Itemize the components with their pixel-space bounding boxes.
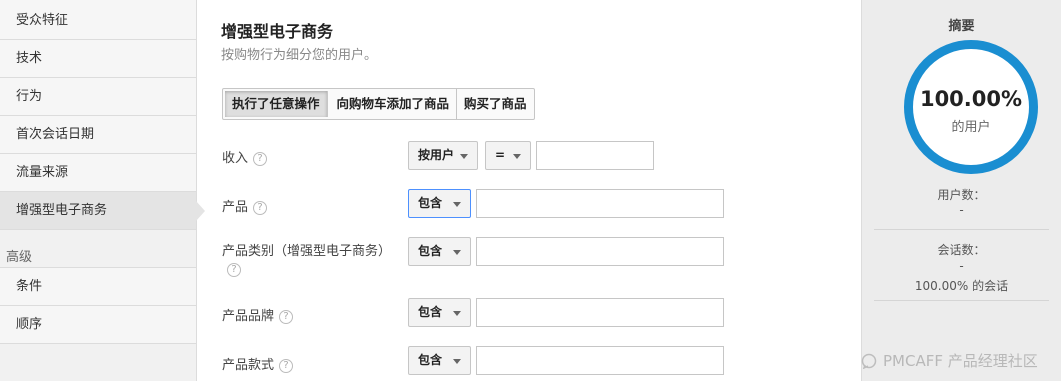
sessions-count-label: 会话数： <box>937 243 986 257</box>
help-icon[interactable]: ? <box>227 262 241 277</box>
brand-match-dropdown[interactable]: 包含 <box>408 298 471 327</box>
category-label: 产品类别（增强型电子商务） <box>222 244 392 259</box>
brand-match-value: 包含 <box>418 305 443 319</box>
revenue-scope-dropdown[interactable]: 按用户 <box>408 141 478 170</box>
category-value-input[interactable] <box>476 237 724 266</box>
users-percent-ring: 100.00% 的用户 <box>904 40 1038 174</box>
sidebar-section-advanced: 高级 <box>0 230 196 268</box>
sessions-percent: 100.00% 的会话 <box>914 279 1009 293</box>
summary-divider <box>874 300 1049 301</box>
variant-match-dropdown[interactable]: 包含 <box>408 346 471 375</box>
variant-match-value: 包含 <box>418 353 443 367</box>
page-subtitle: 按购物行为细分您的用户。 <box>221 48 378 63</box>
revenue-label: 收入 <box>222 151 249 166</box>
summary-divider <box>874 229 1049 230</box>
sidebar-item-conditions[interactable]: 条件 <box>0 268 196 306</box>
revenue-row-label: 收入? <box>222 147 268 166</box>
tab-added-to-cart[interactable]: 向购物车添加了商品 <box>330 89 458 119</box>
product-row-label: 产品? <box>222 196 268 215</box>
users-count-value: - <box>959 203 964 217</box>
summary-title: 摘要 <box>948 19 975 34</box>
action-tabs: 执行了任意操作 向购物车添加了商品 购买了商品 <box>222 88 535 120</box>
revenue-scope-value: 按用户 <box>418 148 455 162</box>
main-panel: 增强型电子商务 按购物行为细分您的用户。 执行了任意操作 向购物车添加了商品 购… <box>196 0 862 381</box>
watermark-text: PMCAFF 产品经理社区 <box>883 352 1038 370</box>
sidebar-item-traffic-sources[interactable]: 流量来源 <box>0 154 196 192</box>
chat-bubble-icon <box>861 353 877 369</box>
watermark: PMCAFF 产品经理社区 <box>861 350 1038 371</box>
brand-row-label: 产品品牌? <box>222 305 294 324</box>
chevron-down-icon <box>453 311 461 316</box>
sidebar-item-behavior[interactable]: 行为 <box>0 78 196 116</box>
users-count-label: 用户数： <box>937 188 986 202</box>
chevron-down-icon <box>453 202 461 207</box>
chevron-down-icon <box>453 250 461 255</box>
page-title: 增强型电子商务 <box>221 22 334 41</box>
sidebar-item-technology[interactable]: 技术 <box>0 40 196 78</box>
chevron-down-icon <box>453 359 461 364</box>
tab-purchased[interactable]: 购买了商品 <box>457 89 534 119</box>
product-value-input[interactable] <box>476 189 724 218</box>
sidebar-item-first-session-date[interactable]: 首次会话日期 <box>0 116 196 154</box>
revenue-value-input[interactable] <box>536 141 654 170</box>
help-icon[interactable]: ? <box>253 151 268 166</box>
chevron-down-icon <box>513 154 521 159</box>
category-match-dropdown[interactable]: 包含 <box>408 237 471 266</box>
revenue-operator-dropdown[interactable]: = <box>485 141 531 170</box>
help-icon[interactable]: ? <box>253 200 268 215</box>
category-row-label: 产品类别（增强型电子商务）? <box>222 243 402 279</box>
help-icon[interactable]: ? <box>279 358 294 373</box>
product-match-dropdown[interactable]: 包含 <box>408 189 471 218</box>
tab-any-action[interactable]: 执行了任意操作 <box>225 91 328 117</box>
brand-label: 产品品牌 <box>222 309 275 324</box>
chevron-down-icon <box>460 154 468 159</box>
variant-value-input[interactable] <box>476 346 724 375</box>
sessions-count-value: - <box>959 259 964 273</box>
sidebar-item-demographics[interactable]: 受众特征 <box>0 0 196 40</box>
category-match-value: 包含 <box>418 244 443 258</box>
product-label: 产品 <box>222 200 249 215</box>
variant-row-label: 产品款式? <box>222 354 294 373</box>
brand-value-input[interactable] <box>476 298 724 327</box>
revenue-operator-value: = <box>495 148 506 162</box>
help-icon[interactable]: ? <box>279 309 294 324</box>
sidebar: 受众特征 技术 行为 首次会话日期 流量来源 增强型电子商务 高级 条件 顺序 <box>0 0 205 381</box>
sidebar-item-enhanced-ecommerce[interactable]: 增强型电子商务 <box>0 192 205 230</box>
summary-panel: 摘要 100.00% 的用户 用户数： - 会话数： - 100.00% 的会话 <box>862 0 1061 381</box>
sidebar-item-sequences[interactable]: 顺序 <box>0 306 196 344</box>
users-percent-value: 100.00% <box>919 87 1023 111</box>
variant-label: 产品款式 <box>222 358 275 373</box>
users-percent-caption: 的用户 <box>951 120 991 135</box>
product-match-value: 包含 <box>418 196 443 210</box>
